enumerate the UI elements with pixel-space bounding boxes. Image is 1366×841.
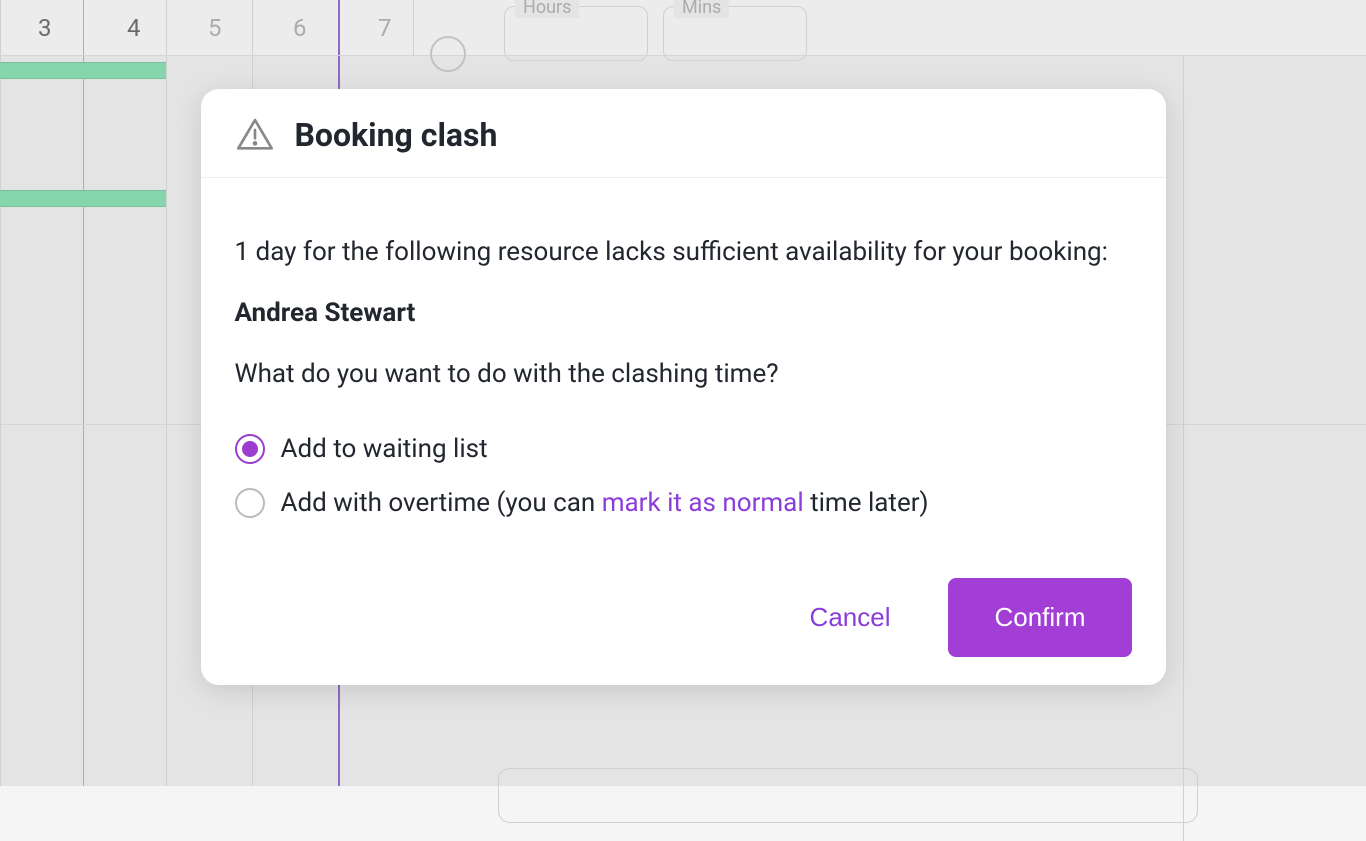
warning-icon	[235, 115, 275, 155]
cancel-button[interactable]: Cancel	[790, 588, 911, 647]
clash-message: 1 day for the following resource lacks s…	[235, 232, 1132, 272]
option-label: Add with overtime (you can mark it as no…	[281, 488, 929, 518]
booking-clash-modal: Booking clash 1 day for the following re…	[201, 89, 1166, 686]
modal-footer: Cancel Confirm	[201, 552, 1166, 685]
option-label: Add to waiting list	[281, 434, 488, 464]
modal-overlay[interactable]: Booking clash 1 day for the following re…	[0, 0, 1366, 786]
resource-name: Andrea Stewart	[235, 298, 1132, 328]
modal-body: 1 day for the following resource lacks s…	[201, 178, 1166, 553]
option-label-prefix: Add with overtime (you can	[281, 488, 602, 518]
modal-title: Booking clash	[295, 116, 498, 154]
clash-question: What do you want to do with the clashing…	[235, 354, 1132, 394]
radio-icon	[235, 434, 265, 464]
radio-dot	[242, 441, 258, 457]
confirm-button[interactable]: Confirm	[948, 578, 1131, 657]
radio-icon	[235, 488, 265, 518]
mark-as-normal-link[interactable]: mark it as normal	[602, 488, 804, 518]
clash-options: Add to waiting list Add with overtime (y…	[235, 434, 1132, 518]
modal-header: Booking clash	[201, 89, 1166, 178]
option-label-suffix: time later)	[804, 488, 929, 518]
option-waiting-list[interactable]: Add to waiting list	[235, 434, 1132, 464]
option-overtime[interactable]: Add with overtime (you can mark it as no…	[235, 488, 1132, 518]
